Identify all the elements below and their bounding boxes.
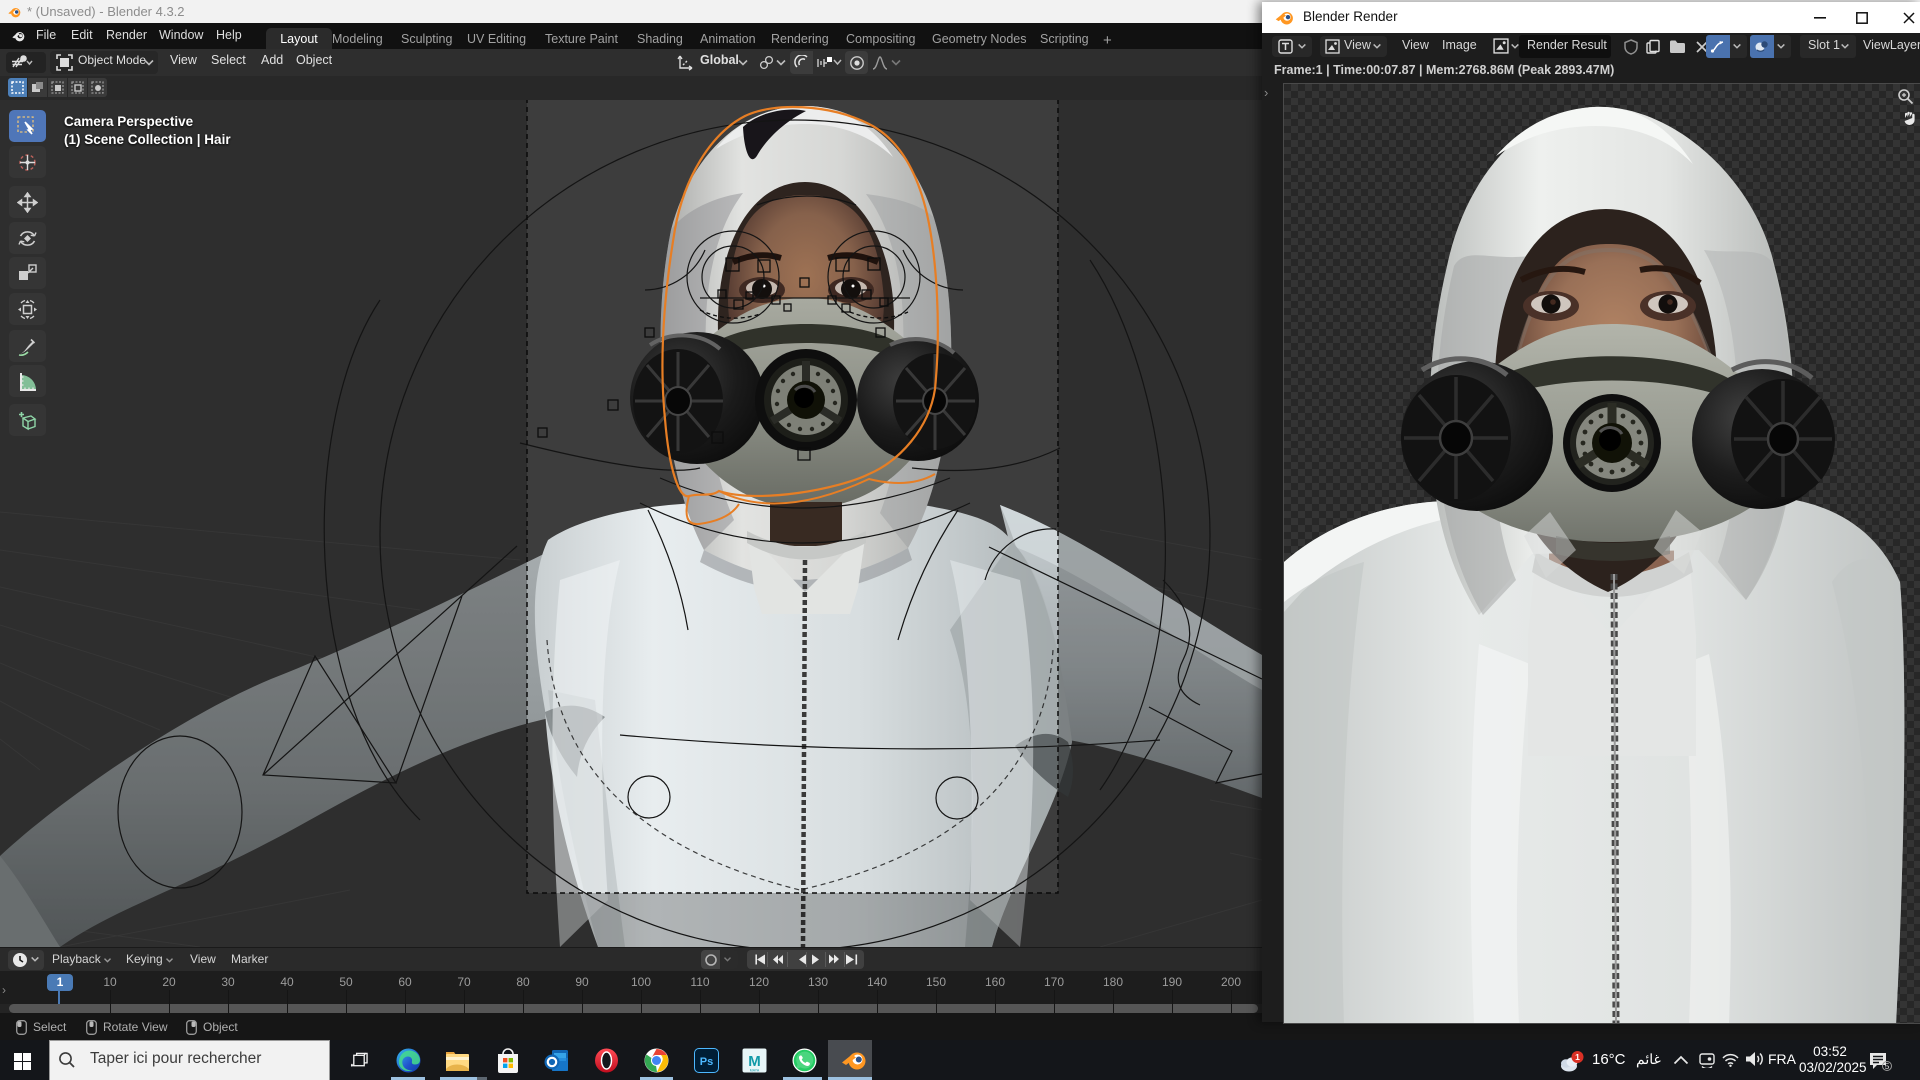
svg-text:5: 5 [1885,1061,1890,1071]
svg-text:M: M [748,1053,761,1070]
svg-text:1: 1 [1575,1052,1580,1062]
svg-text:Ps: Ps [700,1056,713,1068]
svg-text:MAYA: MAYA [750,1069,760,1073]
